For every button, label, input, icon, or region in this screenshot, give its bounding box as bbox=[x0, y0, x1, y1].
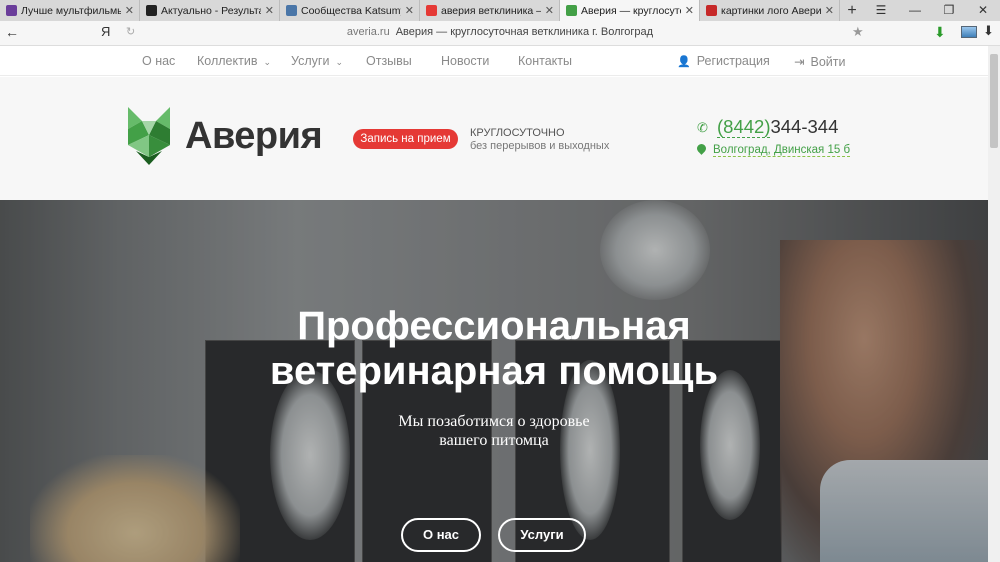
hero-banner: Профессиональная ветеринарная помощь Мы … bbox=[0, 200, 988, 562]
user-icon: 👤 bbox=[677, 56, 691, 68]
close-window-icon[interactable]: ✕ bbox=[966, 0, 1000, 21]
about-button[interactable]: О нас bbox=[401, 518, 481, 552]
url-page-title: Аверия — круглосуточная ветклиника г. Во… bbox=[395, 26, 654, 38]
bookmark-star-icon[interactable]: ★ bbox=[852, 24, 864, 40]
nav-label: Новости bbox=[441, 54, 490, 68]
browser-tab[interactable]: картинки лого Аверия: 20 ты ✕ bbox=[700, 0, 840, 21]
minimize-icon[interactable]: — bbox=[898, 0, 932, 21]
tab-favicon-icon bbox=[426, 5, 437, 16]
browser-tab-active[interactable]: Аверия — круглосуточная ✕ bbox=[560, 0, 700, 21]
phone-code: (8442) bbox=[717, 116, 771, 138]
browser-tab[interactable]: Сообщества Katsumy Sinon ✕ bbox=[280, 0, 420, 21]
tab-favicon-icon bbox=[706, 5, 717, 16]
phone-icon: ✆ bbox=[697, 120, 708, 135]
nav-label: Услуги bbox=[291, 54, 330, 68]
site-header: Аверия Запись на прием КРУГЛОСУТОЧНО без… bbox=[0, 77, 988, 200]
login-label: Войти bbox=[810, 55, 846, 69]
browser-tab[interactable]: аверия ветклиника — Яндекс ✕ bbox=[420, 0, 560, 21]
page-scrollbar[interactable] bbox=[988, 46, 1000, 562]
reload-icon[interactable]: ↻ bbox=[126, 25, 135, 38]
tagline-bottom: без перерывов и выходных bbox=[470, 140, 610, 152]
address-bar: ← Я ↻ averia.ru Аверия — круглосуточная в… bbox=[0, 21, 1000, 46]
tab-close-icon[interactable]: ✕ bbox=[405, 4, 414, 17]
nav-label: Контакты bbox=[518, 54, 572, 68]
hero-subtitle-line: Мы позаботимся о здоровье bbox=[398, 413, 590, 430]
url-field[interactable]: averia.ru Аверия — круглосуточная ветклин… bbox=[0, 26, 1000, 38]
tab-close-icon[interactable]: ✕ bbox=[265, 4, 274, 17]
tab-close-icon[interactable]: ✕ bbox=[545, 4, 554, 17]
services-button[interactable]: Услуги bbox=[498, 518, 586, 552]
nav-label: Коллектив bbox=[197, 54, 258, 68]
hero-title-line: ветеринарная помощь bbox=[269, 349, 719, 393]
tab-title: Аверия — круглосуточная bbox=[581, 4, 681, 17]
browser-tab[interactable]: Лучше мультфильмы - смотр ✕ bbox=[0, 0, 140, 21]
browser-tab-strip: Лучше мультфильмы - смотр ✕ Актуально - … bbox=[0, 0, 1000, 21]
url-domain: averia.ru bbox=[346, 26, 390, 38]
address-link[interactable]: Волгоград, Двинская 15 б bbox=[713, 144, 851, 157]
login-icon: ⇥ bbox=[794, 55, 805, 69]
menu-icon[interactable]: ☰ bbox=[864, 0, 898, 21]
nav-item-reviews[interactable]: Отзывы bbox=[366, 54, 412, 68]
tab-favicon-icon bbox=[146, 5, 157, 16]
back-arrow-icon[interactable]: ← bbox=[5, 24, 19, 40]
tab-title: аверия ветклиника — Яндекс bbox=[441, 4, 541, 17]
restore-icon[interactable]: ❐ bbox=[932, 0, 966, 21]
cat-logo-icon[interactable] bbox=[128, 107, 170, 165]
nav-item-news[interactable]: Новости bbox=[441, 54, 489, 68]
hero-title: Профессиональная ветеринарная помощь bbox=[0, 304, 988, 394]
phone-number: 344-344 bbox=[770, 116, 839, 137]
download-arrow-icon[interactable]: ⬇ bbox=[934, 24, 948, 40]
phone-link[interactable]: (8442)344-344 bbox=[717, 116, 838, 138]
nav-item-services[interactable]: Услуги ⌄ bbox=[291, 54, 343, 68]
nav-item-team[interactable]: Коллектив ⌄ bbox=[197, 54, 271, 68]
tab-close-icon[interactable]: ✕ bbox=[685, 4, 694, 17]
yandex-icon[interactable]: Я bbox=[101, 24, 110, 39]
image-extension-icon[interactable] bbox=[961, 26, 977, 38]
tagline-top: КРУГЛОСУТОЧНО bbox=[470, 127, 565, 139]
register-label: Регистрация bbox=[696, 54, 770, 68]
nav-item-contacts[interactable]: Контакты bbox=[518, 54, 572, 68]
tab-title: Актуально - Результаты акци bbox=[161, 4, 261, 17]
hero-title-line: Профессиональная bbox=[297, 304, 691, 348]
scrollbar-thumb[interactable] bbox=[990, 54, 998, 148]
chevron-down-icon: ⌄ bbox=[335, 57, 343, 67]
location-pin-icon bbox=[695, 142, 708, 155]
tab-favicon-icon bbox=[286, 5, 297, 16]
hero-subtitle: Мы позаботимся о здоровье вашего питомца bbox=[0, 412, 988, 450]
site-navigation: О нас Коллектив ⌄ Услуги ⌄ Отзывы Новости … bbox=[0, 46, 988, 76]
brand-name[interactable]: Аверия bbox=[185, 115, 323, 158]
window-controls: ☰ — ❐ ✕ bbox=[864, 0, 1000, 21]
tab-favicon-icon bbox=[566, 5, 577, 16]
booking-button[interactable]: Запись на прием bbox=[353, 129, 458, 149]
tab-close-icon[interactable]: ✕ bbox=[125, 4, 134, 17]
tab-title: Сообщества Katsumy Sinon bbox=[301, 4, 401, 17]
chevron-down-icon: ⌄ bbox=[263, 57, 272, 67]
register-link[interactable]: 👤 Регистрация bbox=[677, 54, 770, 68]
new-tab-button[interactable]: + bbox=[840, 0, 864, 21]
nav-label: О нас bbox=[142, 54, 176, 68]
nav-item-about[interactable]: О нас bbox=[142, 54, 175, 68]
login-link[interactable]: ⇥ Войти bbox=[794, 54, 845, 69]
tab-close-icon[interactable]: ✕ bbox=[825, 4, 834, 17]
tab-favicon-icon bbox=[6, 5, 17, 16]
nav-label: Отзывы bbox=[366, 54, 412, 68]
tab-title: картинки лого Аверия: 20 ты bbox=[721, 4, 821, 17]
downloads-icon[interactable]: ⬇ bbox=[983, 23, 994, 39]
tab-title: Лучше мультфильмы - смотр bbox=[21, 4, 121, 17]
browser-tab[interactable]: Актуально - Результаты акци ✕ bbox=[140, 0, 280, 21]
hero-subtitle-line: вашего питомца bbox=[439, 432, 549, 449]
